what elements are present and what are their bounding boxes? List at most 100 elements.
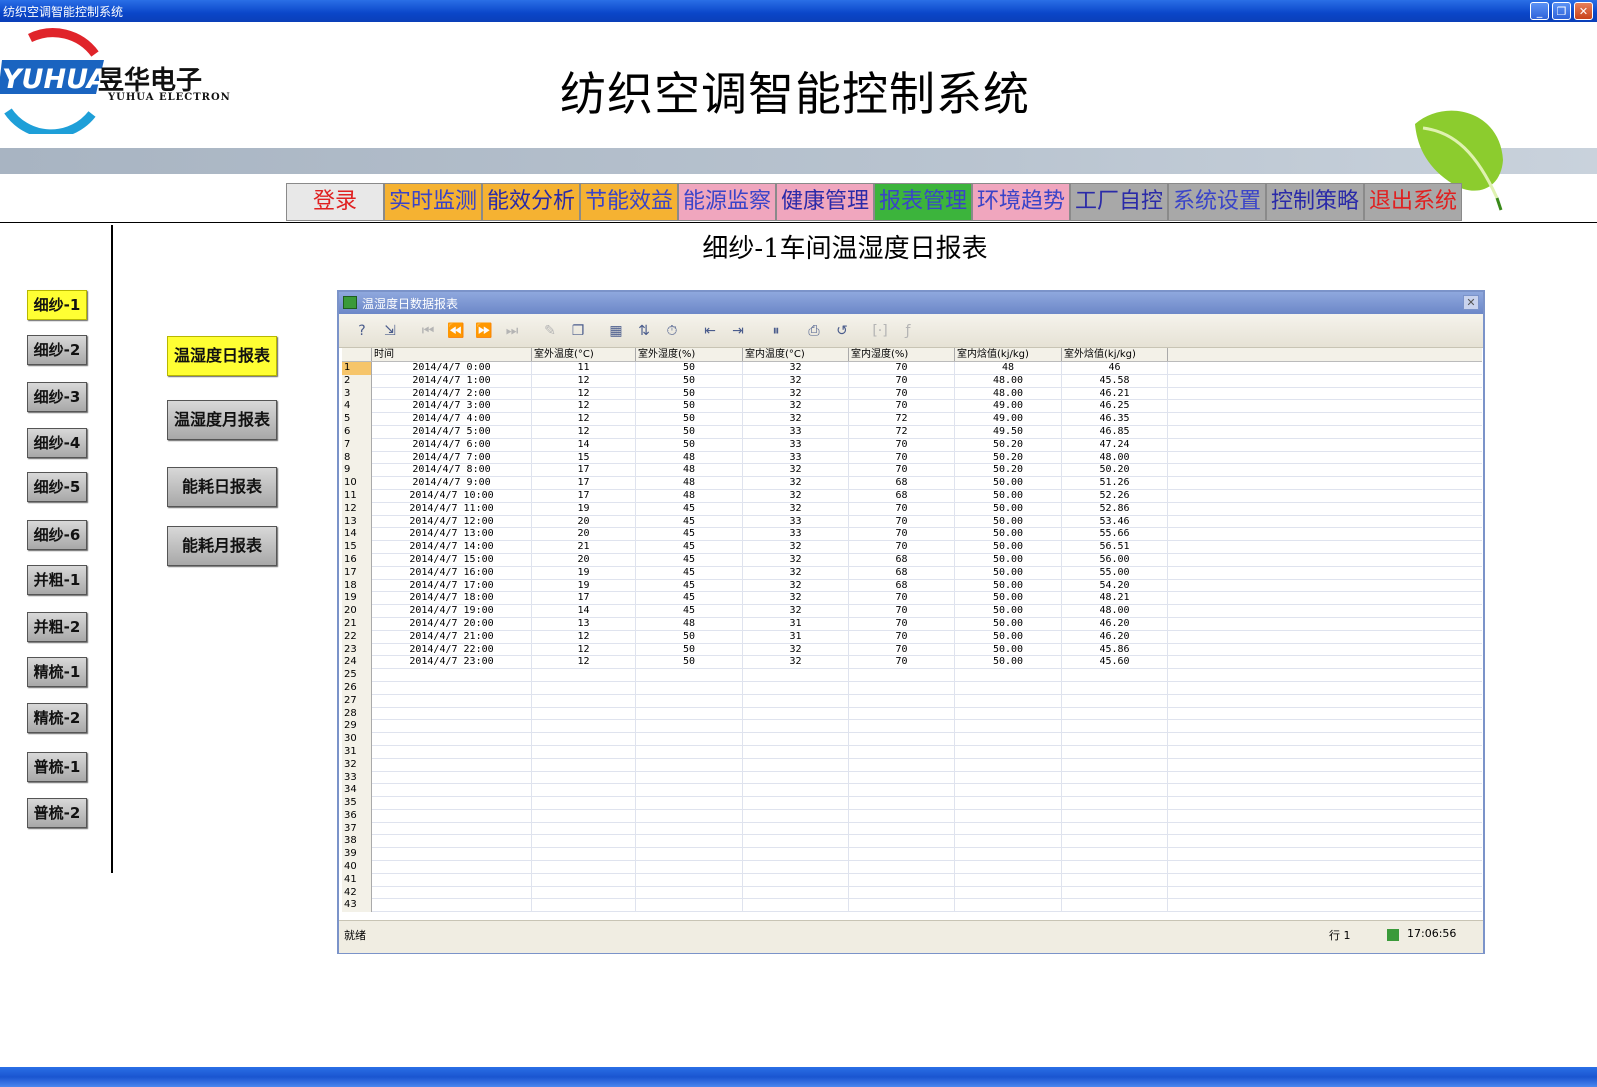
pause-icon[interactable]: ⏸ bbox=[767, 322, 785, 340]
nav-item-4[interactable]: 能源监察 bbox=[678, 183, 776, 221]
formula-icon[interactable]: ƒ bbox=[899, 322, 917, 340]
table-row[interactable]: 24 2014/4/7 23:00 12 50 32 70 50.00 45.60 bbox=[342, 656, 1482, 670]
bracket-icon[interactable]: [·] bbox=[871, 322, 889, 340]
nav-item-3[interactable]: 节能效益 bbox=[580, 183, 678, 221]
table-row[interactable]: 10 2014/4/7 9:00 17 48 32 68 50.00 51.26 bbox=[342, 477, 1482, 490]
table-row[interactable]: 28 bbox=[342, 707, 1482, 721]
table-row[interactable]: 20 2014/4/7 19:00 14 45 32 70 50.00 48.00 bbox=[342, 605, 1482, 618]
table-row[interactable]: 43 bbox=[342, 899, 1482, 913]
table-row[interactable]: 35 bbox=[342, 797, 1482, 810]
table-row[interactable]: 8 2014/4/7 7:00 15 48 33 70 50.20 48.00 bbox=[342, 451, 1482, 465]
table-row[interactable]: 1 2014/4/7 0:00 11 50 32 70 48 46 bbox=[342, 362, 1482, 375]
column-header[interactable]: 室内温度(°C) bbox=[743, 348, 849, 361]
close-icon[interactable]: ✕ bbox=[1463, 295, 1479, 310]
workshop-button[interactable]: 细纱-2 bbox=[27, 335, 87, 365]
workshop-button[interactable]: 细纱-4 bbox=[27, 428, 87, 458]
table-row[interactable]: 5 2014/4/7 4:00 12 50 32 72 49.00 46.35 bbox=[342, 413, 1482, 426]
help-icon[interactable]: ? bbox=[353, 322, 371, 340]
table-row[interactable]: 26 bbox=[342, 681, 1482, 695]
table-row[interactable]: 19 2014/4/7 18:00 17 45 32 70 50.00 48.21 bbox=[342, 592, 1482, 606]
table-row[interactable]: 3 2014/4/7 2:00 12 50 32 70 48.00 46.21 bbox=[342, 387, 1482, 401]
table-row[interactable]: 16 2014/4/7 15:00 20 45 32 68 50.00 56.00 bbox=[342, 553, 1482, 567]
table-row[interactable]: 6 2014/4/7 5:00 12 50 33 72 49.50 46.85 bbox=[342, 425, 1482, 439]
workshop-button[interactable]: 并粗-1 bbox=[27, 565, 87, 595]
workshop-button[interactable]: 精梳-2 bbox=[27, 703, 87, 733]
nav-item-9[interactable]: 系统设置 bbox=[1168, 183, 1266, 221]
refresh-icon[interactable]: ↺ bbox=[833, 322, 851, 340]
close-icon[interactable]: ✕ bbox=[1574, 2, 1593, 20]
nav-item-8[interactable]: 工厂自控 bbox=[1070, 183, 1168, 221]
table-row[interactable]: 31 bbox=[342, 745, 1482, 759]
move-right-icon[interactable]: ⇥ bbox=[729, 322, 747, 340]
table-row[interactable]: 33 bbox=[342, 771, 1482, 785]
table-row[interactable]: 4 2014/4/7 3:00 12 50 32 70 49.00 46.25 bbox=[342, 400, 1482, 414]
table-row[interactable]: 42 bbox=[342, 886, 1482, 900]
nav-item-5[interactable]: 健康管理 bbox=[776, 183, 874, 221]
column-header[interactable]: 室内湿度(%) bbox=[849, 348, 955, 361]
nav-item-10[interactable]: 控制策略 bbox=[1266, 183, 1364, 221]
table-row[interactable]: 9 2014/4/7 8:00 17 48 32 70 50.20 50.20 bbox=[342, 464, 1482, 478]
nav-item-11[interactable]: 退出系统 bbox=[1364, 183, 1462, 221]
table-row[interactable]: 14 2014/4/7 13:00 20 45 33 70 50.00 55.66 bbox=[342, 528, 1482, 542]
columns-icon[interactable]: ▦ bbox=[607, 322, 625, 340]
table-row[interactable]: 11 2014/4/7 10:00 17 48 32 68 50.00 52.26 bbox=[342, 489, 1482, 503]
workshop-button[interactable]: 细纱-6 bbox=[27, 520, 87, 550]
workshop-button[interactable]: 细纱-5 bbox=[27, 472, 87, 502]
nav-item-2[interactable]: 能效分析 bbox=[482, 183, 580, 221]
report-type-button[interactable]: 能耗日报表 bbox=[167, 467, 277, 507]
table-row[interactable]: 27 bbox=[342, 694, 1482, 708]
column-header[interactable]: 室内焓值(kj/kg) bbox=[955, 348, 1062, 361]
table-row[interactable]: 17 2014/4/7 16:00 19 45 32 68 50.00 55.00 bbox=[342, 566, 1482, 580]
column-header[interactable]: 室外焓值(kj/kg) bbox=[1062, 348, 1168, 361]
table-row[interactable]: 12 2014/4/7 11:00 19 45 32 70 50.00 52.86 bbox=[342, 502, 1482, 516]
column-header[interactable]: 室外湿度(%) bbox=[636, 348, 743, 361]
column-header[interactable]: 时间 bbox=[372, 348, 532, 361]
table-row[interactable]: 40 bbox=[342, 861, 1482, 874]
table-row[interactable]: 2 2014/4/7 1:00 12 50 32 70 48.00 45.58 bbox=[342, 374, 1482, 388]
table-row[interactable]: 29 bbox=[342, 720, 1482, 734]
workshop-button[interactable]: 普梳-2 bbox=[27, 798, 87, 828]
copy-icon[interactable]: ❐ bbox=[569, 322, 587, 340]
minimize-icon[interactable]: _ bbox=[1530, 2, 1549, 20]
table-row[interactable]: 25 bbox=[342, 669, 1482, 682]
table-row[interactable]: 37 bbox=[342, 822, 1482, 836]
table-row[interactable]: 39 bbox=[342, 848, 1482, 862]
nav-item-1[interactable]: 实时监测 bbox=[384, 183, 482, 221]
restore-icon[interactable]: ❐ bbox=[1552, 2, 1571, 20]
workshop-button[interactable]: 并粗-2 bbox=[27, 612, 87, 642]
report-type-button[interactable]: 温湿度月报表 bbox=[167, 400, 277, 440]
table-row[interactable]: 38 bbox=[342, 835, 1482, 849]
table-row[interactable]: 21 2014/4/7 20:00 13 48 31 70 50.00 46.20 bbox=[342, 617, 1482, 631]
table-row[interactable]: 13 2014/4/7 12:00 20 45 33 70 50.00 53.46 bbox=[342, 515, 1482, 529]
last-page-icon[interactable]: ⏭ bbox=[503, 322, 521, 340]
nav-item-0[interactable]: 登录 bbox=[286, 183, 384, 221]
sort-icon[interactable]: ⇅ bbox=[635, 322, 653, 340]
table-row[interactable]: 32 bbox=[342, 758, 1482, 772]
column-header[interactable]: 室外温度(°C) bbox=[532, 348, 636, 361]
table-row[interactable]: 36 bbox=[342, 809, 1482, 823]
next-page-icon[interactable]: ⏩ bbox=[475, 322, 493, 340]
table-row[interactable]: 23 2014/4/7 22:00 12 50 32 70 50.00 45.86 bbox=[342, 643, 1482, 657]
nav-item-7[interactable]: 环境趋势 bbox=[972, 183, 1070, 221]
edit-icon[interactable]: ✎ bbox=[541, 322, 559, 340]
timer-icon[interactable]: ⏱ bbox=[663, 322, 681, 340]
table-row[interactable]: 30 bbox=[342, 733, 1482, 746]
prev-page-icon[interactable]: ⏪ bbox=[447, 322, 465, 340]
workshop-button[interactable]: 普梳-1 bbox=[27, 752, 87, 782]
workshop-button[interactable]: 细纱-1 bbox=[27, 290, 87, 320]
report-type-button[interactable]: 温湿度日报表 bbox=[167, 336, 277, 376]
workshop-button[interactable]: 细纱-3 bbox=[27, 382, 87, 412]
report-type-button[interactable]: 能耗月报表 bbox=[167, 526, 277, 566]
first-page-icon[interactable]: ⏮ bbox=[419, 322, 437, 340]
move-left-icon[interactable]: ⇤ bbox=[701, 322, 719, 340]
table-row[interactable]: 15 2014/4/7 14:00 21 45 32 70 50.00 56.51 bbox=[342, 541, 1482, 554]
export-icon[interactable]: ⇲ bbox=[381, 322, 399, 340]
table-row[interactable]: 34 bbox=[342, 784, 1482, 798]
workshop-button[interactable]: 精梳-1 bbox=[27, 657, 87, 687]
table-row[interactable]: 22 2014/4/7 21:00 12 50 31 70 50.00 46.20 bbox=[342, 630, 1482, 644]
print-icon[interactable]: ⎙ bbox=[805, 322, 823, 340]
table-row[interactable]: 41 bbox=[342, 873, 1482, 887]
table-row[interactable]: 7 2014/4/7 6:00 14 50 33 70 50.20 47.24 bbox=[342, 438, 1482, 452]
table-row[interactable]: 18 2014/4/7 17:00 19 45 32 68 50.00 54.20 bbox=[342, 579, 1482, 593]
nav-item-6[interactable]: 报表管理 bbox=[874, 183, 972, 221]
